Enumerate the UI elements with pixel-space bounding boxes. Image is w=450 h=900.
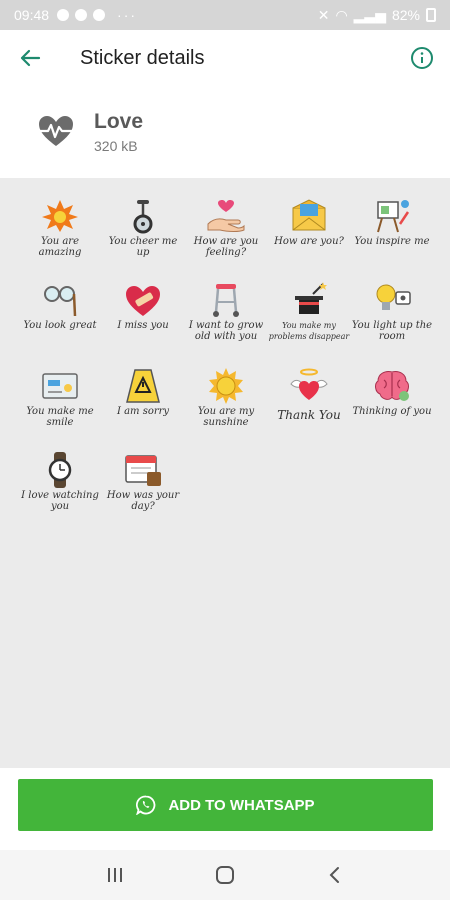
recent-apps-button[interactable]: [95, 855, 135, 895]
watch-icon: [48, 452, 72, 488]
unicycle-icon: [133, 200, 153, 234]
heartbeat-heart-icon: [38, 116, 74, 146]
sticker-item[interactable]: How was your day?: [102, 444, 184, 524]
sticker-item[interactable]: I am sorry: [102, 360, 184, 440]
sticker-item[interactable]: I want to grow old with you: [185, 274, 267, 354]
sticker-caption: You inspire me: [354, 236, 430, 247]
sticker-item[interactable]: You look great: [19, 274, 101, 354]
info-icon: [411, 47, 433, 69]
sticker-item[interactable]: You cheer me up: [102, 190, 184, 270]
battery-percent: 82%: [391, 7, 420, 23]
more-notifications-icon: ···: [117, 7, 138, 23]
glasses-icon: [44, 286, 77, 317]
info-button[interactable]: [394, 30, 450, 86]
facebook-icon: [57, 9, 70, 21]
calendar-icon: [125, 455, 161, 486]
system-nav-bar: [0, 850, 450, 900]
sticker-grid: You are amazing You cheer me up How are …: [0, 178, 450, 768]
sticker-caption: Thinking of you: [352, 406, 432, 417]
status-time: 09:48: [14, 7, 50, 23]
sticker-caption: You make my problems disappear: [268, 321, 350, 341]
hand-heart-icon: [207, 200, 245, 232]
sticker-item[interactable]: You light up the room: [351, 274, 433, 354]
play-store-icon: [75, 9, 88, 21]
app-bar: Sticker details: [0, 30, 450, 86]
brain-icon: [375, 371, 409, 401]
explosion-icon: [42, 200, 78, 232]
sticker-item[interactable]: How are you feeling?: [185, 190, 267, 270]
sticker-caption: You look great: [23, 320, 97, 331]
bottom-action-panel: ADD TO WHATSAPP: [0, 768, 450, 850]
system-back-button[interactable]: [315, 855, 355, 895]
sticker-caption: How was your day?: [106, 490, 180, 512]
sticker-caption: I want to grow old with you: [188, 320, 264, 342]
sticker-caption: I love watching you: [21, 490, 99, 512]
mute-icon: ✕: [317, 6, 330, 23]
sticker-caption: You make me smile: [26, 406, 94, 428]
recent-apps-icon: [108, 868, 122, 882]
page-title: Sticker details: [80, 46, 205, 69]
magic-hat-icon: [295, 282, 327, 314]
battery-icon: [426, 8, 436, 22]
sticker-item[interactable]: How are you?: [268, 190, 350, 270]
sticker-item[interactable]: You inspire me: [351, 190, 433, 270]
angel-heart-icon: [290, 368, 328, 400]
arrow-left-icon: [20, 49, 41, 67]
status-right: ✕ ◠ ▂▃▅ 82%: [318, 7, 436, 24]
sticker-item[interactable]: Thank You: [268, 360, 350, 440]
sticker-caption: You light up the room: [351, 320, 433, 342]
gift-card-icon: [42, 373, 78, 399]
home-button[interactable]: [205, 855, 245, 895]
envelope-icon: [292, 199, 326, 231]
sticker-item[interactable]: You make my problems disappear: [268, 274, 350, 354]
status-bar: 09:48 ··· ✕ ◠ ▂▃▅ 82%: [0, 0, 450, 30]
add-to-whatsapp-label: ADD TO WHATSAPP: [168, 796, 315, 814]
pack-size: 320 kB: [94, 138, 138, 154]
easel-icon: [377, 200, 410, 233]
sticker-caption: You are my sunshine: [197, 406, 255, 428]
add-to-whatsapp-button[interactable]: ADD TO WHATSAPP: [18, 779, 433, 831]
lightbulb-icon: [376, 284, 411, 310]
pack-header: Love 320 kB: [0, 86, 450, 178]
sticker-item[interactable]: You are my sunshine: [185, 360, 267, 440]
sticker-caption: You cheer me up: [108, 236, 178, 258]
wifi-icon: ◠: [335, 6, 348, 23]
sticker-item[interactable]: You are amazing: [19, 190, 101, 270]
chevron-left-icon: [329, 867, 339, 883]
facebook-icon: [93, 9, 106, 21]
pack-info: Love 320 kB: [94, 110, 143, 154]
pack-name: Love: [94, 110, 144, 133]
signal-icon: ▂▃▅: [353, 6, 386, 23]
sticker-caption: How are you?: [274, 236, 344, 247]
sticker-item[interactable]: Thinking of you: [351, 360, 433, 440]
sticker-caption: You are amazing: [38, 236, 82, 258]
sticker-caption: How are you feeling?: [193, 236, 259, 258]
sticker-caption: I am sorry: [116, 406, 170, 417]
back-button[interactable]: [0, 30, 60, 86]
sticker-item[interactable]: I love watching you: [19, 444, 101, 524]
sun-icon: [209, 368, 243, 404]
wet-floor-sign-icon: [126, 369, 160, 403]
sticker-item[interactable]: You make me smile: [19, 360, 101, 440]
sticker-caption: I miss you: [117, 320, 169, 331]
sticker-item[interactable]: I miss you: [102, 274, 184, 354]
sticker-caption: Thank You: [277, 408, 341, 422]
bandaged-heart-icon: [126, 286, 160, 316]
whatsapp-icon: [136, 795, 156, 815]
walker-icon: [213, 284, 239, 317]
home-icon: [216, 866, 234, 884]
